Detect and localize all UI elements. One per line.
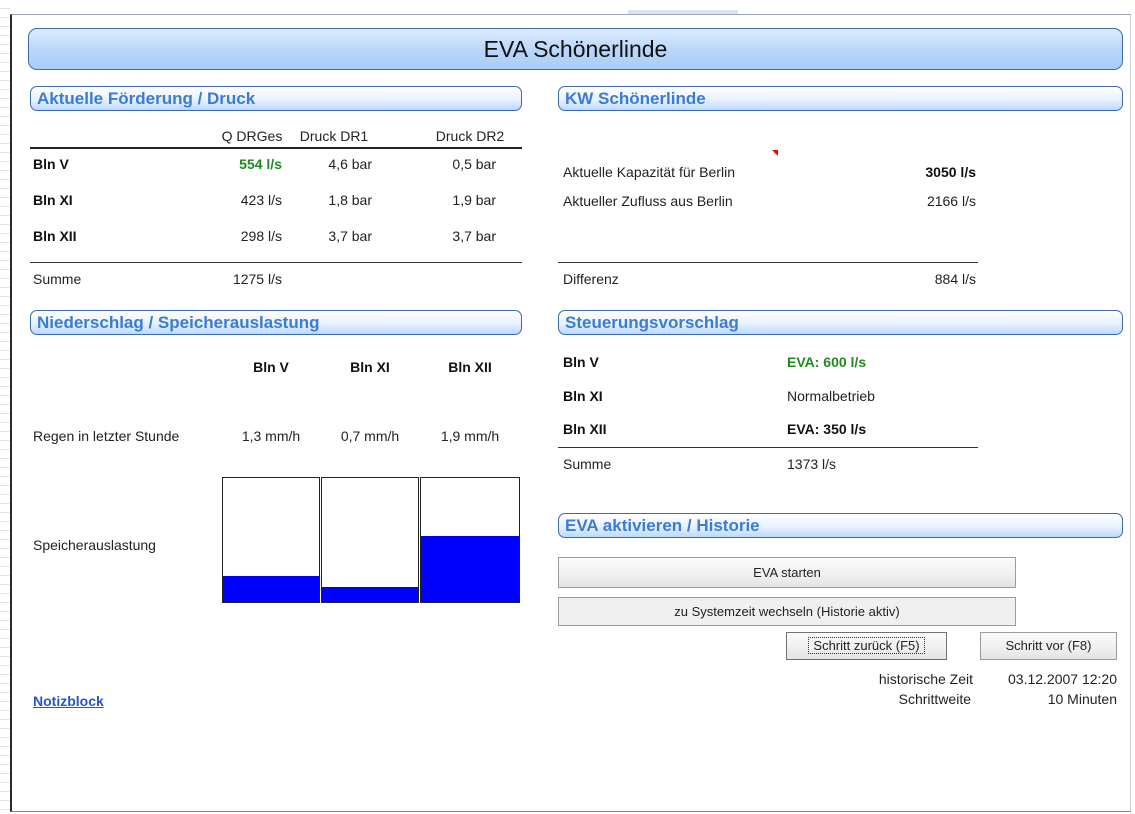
inflow-label: Aktueller Zufluss aus Berlin bbox=[563, 193, 733, 209]
page-title: EVA Schönerlinde bbox=[28, 28, 1123, 70]
storage-col-bln-xi: Bln XI bbox=[350, 359, 390, 375]
hist-time-label: historische Zeit bbox=[878, 671, 973, 687]
row-q-bln-xi: 423 l/s bbox=[240, 192, 282, 208]
col-header-q: Q DRGes bbox=[221, 128, 283, 144]
row-dr1-bln-xi: 1,8 bar bbox=[328, 192, 372, 208]
steuerung-name-bln-xi: Bln XI bbox=[563, 388, 603, 404]
steuerung-name-bln-xii: Bln XII bbox=[563, 421, 607, 437]
storage-fill-bln-xii bbox=[421, 536, 519, 602]
storage-fill-bln-v bbox=[223, 575, 319, 602]
row-dr2-bln-xi: 1,9 bar bbox=[452, 192, 496, 208]
rain-value-bln-xi: 0,7 mm/h bbox=[340, 428, 400, 444]
rain-value-bln-v: 1,3 mm/h bbox=[241, 428, 301, 444]
storage-col-bln-xii: Bln XII bbox=[448, 359, 492, 375]
step-value: 10 Minuten bbox=[1047, 691, 1117, 707]
steuerung-value-bln-xii: EVA: 350 l/s bbox=[787, 421, 867, 437]
inflow-value: 2166 l/s bbox=[926, 193, 976, 209]
row-dr1-bln-v: 4,6 bar bbox=[328, 156, 372, 172]
section-foerderung-heading: Aktuelle Förderung / Druck bbox=[30, 86, 522, 111]
section-kw-heading: KW Schönerlinde bbox=[558, 86, 1123, 111]
systemzeit-button[interactable]: zu Systemzeit wechseln (Historie aktiv) bbox=[558, 597, 1016, 626]
notizblock-link[interactable]: Notizblock bbox=[33, 693, 104, 709]
row-name-bln-v: Bln V bbox=[33, 156, 69, 172]
eva-start-button[interactable]: EVA starten bbox=[558, 557, 1016, 588]
row-dr1-bln-xii: 3,7 bar bbox=[328, 228, 372, 244]
step-back-button[interactable]: Schritt zurück (F5) bbox=[786, 632, 947, 660]
storage-col-bln-v: Bln V bbox=[253, 359, 289, 375]
steuerung-name-bln-v: Bln V bbox=[563, 354, 599, 370]
row-name-bln-xii: Bln XII bbox=[33, 228, 77, 244]
rain-label: Regen in letzter Stunde bbox=[33, 428, 180, 444]
diff-label: Differenz bbox=[563, 271, 619, 287]
comment-marker-icon bbox=[772, 150, 778, 156]
storage-fill-bln-xi bbox=[322, 587, 418, 602]
sum-label-foerderung: Summe bbox=[33, 271, 82, 287]
left-edge-marks bbox=[0, 0, 10, 814]
storage-label: Speicherauslastung bbox=[33, 537, 156, 553]
row-q-bln-xii: 298 l/s bbox=[240, 228, 282, 244]
row-dr2-bln-xii: 3,7 bar bbox=[452, 228, 496, 244]
hist-time-value: 03.12.2007 12:20 bbox=[1008, 671, 1117, 687]
section-niederschlag-heading: Niederschlag / Speicherauslastung bbox=[30, 310, 522, 335]
col-header-dr1: Druck DR1 bbox=[299, 128, 369, 144]
capacity-value: 3050 l/s bbox=[925, 164, 976, 180]
step-label: Schrittweite bbox=[898, 691, 971, 707]
storage-tank-bln-xi bbox=[321, 477, 419, 603]
section-steuerung-heading: Steuerungsvorschlag bbox=[558, 310, 1123, 335]
diff-value: 884 l/s bbox=[934, 271, 976, 287]
table-header-rule bbox=[30, 147, 522, 149]
steuerung-value-bln-xi: Normalbetrieb bbox=[787, 388, 875, 404]
steuerung-value-bln-v: EVA: 600 l/s bbox=[787, 354, 867, 370]
storage-tank-bln-v bbox=[222, 477, 320, 603]
section-eva-heading: EVA aktivieren / Historie bbox=[558, 513, 1123, 538]
sum-value-foerderung: 1275 l/s bbox=[232, 271, 282, 287]
col-header-dr2: Druck DR2 bbox=[435, 128, 505, 144]
diff-rule bbox=[558, 262, 978, 263]
sum-label-steuerung: Summe bbox=[563, 456, 612, 472]
step-back-label: Schritt zurück (F5) bbox=[808, 637, 925, 654]
row-q-bln-v: 554 l/s bbox=[239, 156, 282, 172]
sum-rule-foerderung bbox=[30, 262, 522, 263]
sum-value-steuerung: 1373 l/s bbox=[787, 456, 837, 472]
rain-value-bln-xii: 1,9 mm/h bbox=[440, 428, 500, 444]
capacity-label: Aktuelle Kapazität für Berlin bbox=[563, 164, 735, 180]
row-dr2-bln-v: 0,5 bar bbox=[452, 156, 496, 172]
step-forward-button[interactable]: Schritt vor (F8) bbox=[980, 632, 1117, 660]
row-name-bln-xi: Bln XI bbox=[33, 192, 73, 208]
sum-rule-steuerung bbox=[558, 447, 978, 448]
storage-tank-bln-xii bbox=[420, 477, 520, 603]
